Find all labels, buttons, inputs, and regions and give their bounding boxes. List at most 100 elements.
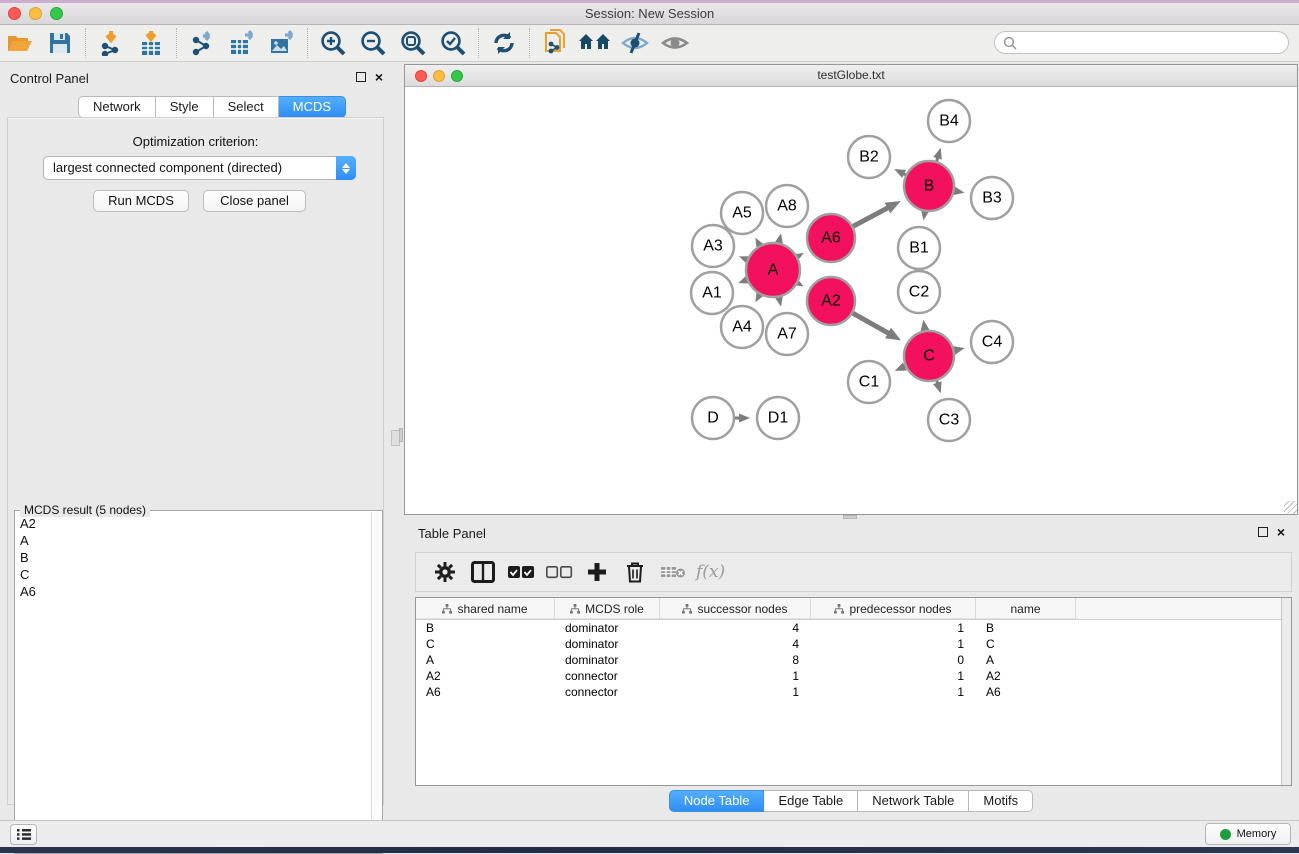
add-column-button[interactable] xyxy=(578,557,616,587)
tab-network[interactable]: Network xyxy=(78,96,156,118)
graph-node-C4[interactable]: C4 xyxy=(971,321,1013,363)
graph-node-C2[interactable]: C2 xyxy=(898,271,940,313)
table-row[interactable]: A2connector11A2 xyxy=(416,668,1291,684)
open-session-button[interactable] xyxy=(0,27,40,59)
table-cell[interactable]: C xyxy=(416,636,555,652)
table-cell[interactable]: A2 xyxy=(416,668,555,684)
table-row[interactable]: A6connector11A6 xyxy=(416,684,1291,700)
hide-graphics-button[interactable] xyxy=(615,27,655,59)
table-cell[interactable]: 1 xyxy=(811,636,976,652)
graph-node-B[interactable]: B xyxy=(904,161,954,211)
table-cell[interactable]: connector xyxy=(555,668,660,684)
export-table-button[interactable] xyxy=(222,27,262,59)
graph-node-A4[interactable]: A4 xyxy=(721,306,763,348)
network-canvas[interactable]: B4B2BB3A5A8A6A3B1AA1C2A2A4A7C4CC1C3DD1 xyxy=(406,88,1296,514)
table-row[interactable]: Adominator80A xyxy=(416,652,1291,668)
show-graphics-button[interactable] xyxy=(655,27,695,59)
home-view-button[interactable] xyxy=(575,27,615,59)
export-image-button[interactable] xyxy=(262,27,302,59)
search-box[interactable] xyxy=(994,31,1289,54)
close-panel-button[interactable]: Close panel xyxy=(203,190,306,212)
table-row[interactable]: Cdominator41C xyxy=(416,636,1291,652)
delete-table-button[interactable] xyxy=(654,557,692,587)
network-window-titlebar[interactable]: testGlobe.txt xyxy=(405,65,1297,87)
column-header-successor-nodes[interactable]: successor nodes xyxy=(660,598,811,619)
network-graph[interactable]: B4B2BB3A5A8A6A3B1AA1C2A2A4A7C4CC1C3DD1 xyxy=(406,88,1296,514)
table-cell[interactable]: 1 xyxy=(811,668,976,684)
edge-A2-C[interactable] xyxy=(853,313,890,334)
float-panel-icon[interactable] xyxy=(356,72,366,82)
import-table-button[interactable] xyxy=(131,27,171,59)
table-cell[interactable]: 0 xyxy=(811,652,976,668)
tab-motifs[interactable]: Motifs xyxy=(969,790,1033,812)
result-list-item[interactable]: A xyxy=(16,532,371,549)
graph-node-D[interactable]: D xyxy=(692,397,734,439)
close-table-panel-icon[interactable]: × xyxy=(1277,527,1285,537)
graph-node-B1[interactable]: B1 xyxy=(898,227,940,269)
table-cell[interactable]: connector xyxy=(555,684,660,700)
table-cell[interactable]: 4 xyxy=(660,620,811,636)
result-list-item[interactable]: A2 xyxy=(16,515,371,532)
graph-node-A3[interactable]: A3 xyxy=(692,225,734,267)
tab-node-table[interactable]: Node Table xyxy=(669,790,765,812)
graph-node-A5[interactable]: A5 xyxy=(721,192,763,234)
mcds-result-list[interactable]: A2ABCA6 xyxy=(16,515,371,852)
save-session-button[interactable] xyxy=(40,27,80,59)
graph-node-A1[interactable]: A1 xyxy=(691,272,733,314)
refresh-layout-button[interactable] xyxy=(484,27,524,59)
graph-node-A2[interactable]: A2 xyxy=(807,277,855,325)
graph-node-C1[interactable]: C1 xyxy=(848,361,890,403)
zoom-in-button[interactable] xyxy=(313,27,353,59)
edge-A6-B[interactable] xyxy=(853,207,889,226)
column-header-name[interactable]: name xyxy=(976,598,1076,619)
graph-node-C[interactable]: C xyxy=(904,331,954,381)
graph-node-D1[interactable]: D1 xyxy=(757,397,799,439)
result-list-item[interactable]: C xyxy=(16,566,371,583)
table-cell[interactable]: 1 xyxy=(660,668,811,684)
zoom-out-button[interactable] xyxy=(353,27,393,59)
run-mcds-button[interactable]: Run MCDS xyxy=(93,190,189,212)
column-header-MCDS-role[interactable]: MCDS role xyxy=(555,598,660,619)
zoom-selected-button[interactable] xyxy=(433,27,473,59)
minimize-network-button[interactable] xyxy=(433,70,445,82)
table-cell[interactable]: dominator xyxy=(555,620,660,636)
table-cell[interactable]: B xyxy=(976,620,1076,636)
column-layout-button[interactable] xyxy=(464,557,502,587)
table-cell[interactable]: A2 xyxy=(976,668,1076,684)
task-history-button[interactable] xyxy=(10,824,37,845)
tab-mcds[interactable]: MCDS xyxy=(279,96,346,118)
close-network-button[interactable] xyxy=(415,70,427,82)
result-list-scrollbar[interactable] xyxy=(371,512,381,852)
graph-node-C3[interactable]: C3 xyxy=(928,399,970,441)
table-scrollbar[interactable] xyxy=(1281,598,1291,785)
select-all-rows-button[interactable] xyxy=(502,557,540,587)
maximize-window-button[interactable] xyxy=(50,7,63,20)
table-cell[interactable]: 1 xyxy=(811,684,976,700)
table-cell[interactable]: 4 xyxy=(660,636,811,652)
table-cell[interactable]: A6 xyxy=(416,684,555,700)
deselect-all-rows-button[interactable] xyxy=(540,557,578,587)
result-list-item[interactable]: B xyxy=(16,549,371,566)
table-cell[interactable]: A xyxy=(976,652,1076,668)
import-network-button[interactable] xyxy=(91,27,131,59)
table-cell[interactable]: B xyxy=(416,620,555,636)
criterion-dropdown[interactable]: largest connected component (directed) xyxy=(43,156,356,180)
table-cell[interactable]: dominator xyxy=(555,636,660,652)
graph-node-A8[interactable]: A8 xyxy=(766,185,808,227)
column-header-shared-name[interactable]: shared name xyxy=(416,598,555,619)
clone-network-button[interactable] xyxy=(535,27,575,59)
minimize-window-button[interactable] xyxy=(29,7,42,20)
tab-network-table[interactable]: Network Table xyxy=(858,790,969,812)
search-input[interactable] xyxy=(1022,36,1280,50)
result-list-item[interactable]: A6 xyxy=(16,583,371,600)
table-cell[interactable]: A6 xyxy=(976,684,1076,700)
column-header-predecessor-nodes[interactable]: predecessor nodes xyxy=(811,598,976,619)
memory-button[interactable]: Memory xyxy=(1205,823,1291,845)
zoom-fit-button[interactable] xyxy=(393,27,433,59)
close-window-button[interactable] xyxy=(8,7,21,20)
tab-style[interactable]: Style xyxy=(156,96,214,118)
graph-node-B4[interactable]: B4 xyxy=(928,100,970,142)
function-builder-button[interactable]: f(x) xyxy=(696,562,725,582)
float-table-panel-icon[interactable] xyxy=(1258,527,1268,537)
graph-node-B2[interactable]: B2 xyxy=(848,136,890,178)
